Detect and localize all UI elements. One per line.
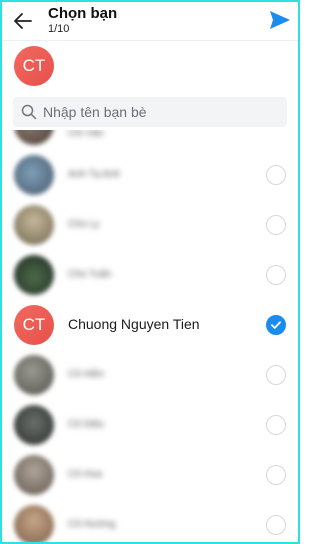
list-item[interactable]: Chú Tuấn	[2, 250, 298, 300]
contact-name: Anh Tạ Anh	[68, 169, 121, 180]
contact-name: Chú Tuấn	[68, 269, 112, 280]
list-item[interactable]: Cô Diệu	[2, 400, 298, 450]
send-icon[interactable]	[268, 8, 292, 32]
checkmark-icon	[271, 321, 281, 329]
avatar	[14, 205, 54, 245]
avatar	[14, 505, 54, 542]
screen: Chọn bạn 1/10 CT Chi Vân Anh Tạ Anh Chú …	[0, 0, 300, 544]
select-checkbox[interactable]	[266, 165, 286, 185]
select-checkbox[interactable]	[266, 215, 286, 235]
contact-name: Chi Vân	[68, 130, 104, 139]
contact-name: Cô Hường	[68, 519, 116, 530]
selection-count: 1/10	[48, 23, 70, 35]
header-bar: Chọn bạn 1/10	[2, 2, 298, 41]
search-box[interactable]	[13, 97, 287, 127]
select-checkbox[interactable]	[266, 265, 286, 285]
list-item[interactable]: Cô Hiền	[2, 350, 298, 400]
avatar	[14, 155, 54, 195]
select-checkbox[interactable]	[266, 365, 286, 385]
back-arrow-icon[interactable]	[12, 10, 34, 32]
selected-friends-strip: CT	[2, 41, 298, 91]
list-item[interactable]: Chi Vân	[2, 130, 298, 150]
contact-name: Cô Hiền	[68, 369, 105, 380]
contact-name: Chuong Nguyen Tien	[68, 316, 200, 332]
select-checkbox[interactable]	[266, 515, 286, 535]
select-checkbox[interactable]	[266, 315, 286, 335]
contact-list: Chi Vân Anh Tạ Anh Chú Ly Chú Tuấn CT Ch…	[2, 130, 298, 542]
list-item[interactable]: Anh Tạ Anh	[2, 150, 298, 200]
page-title: Chọn bạn	[48, 5, 118, 22]
list-item[interactable]: Cô Hoa	[2, 450, 298, 500]
avatar	[14, 130, 54, 145]
contact-name: Cô Hoa	[68, 469, 102, 480]
avatar	[14, 255, 54, 295]
search-input[interactable]	[43, 97, 279, 127]
selected-avatar[interactable]: CT	[14, 46, 54, 86]
list-item[interactable]: Chú Ly	[2, 200, 298, 250]
search-icon	[21, 104, 37, 120]
select-checkbox[interactable]	[266, 465, 286, 485]
select-checkbox[interactable]	[266, 415, 286, 435]
list-item[interactable]: Cô Hường	[2, 500, 298, 542]
contact-name: Cô Diệu	[68, 419, 105, 430]
avatar	[14, 455, 54, 495]
avatar: CT	[14, 305, 54, 345]
avatar	[14, 405, 54, 445]
contact-name: Chú Ly	[68, 219, 100, 230]
list-item-selected[interactable]: CT Chuong Nguyen Tien	[2, 300, 298, 350]
avatar	[14, 355, 54, 395]
